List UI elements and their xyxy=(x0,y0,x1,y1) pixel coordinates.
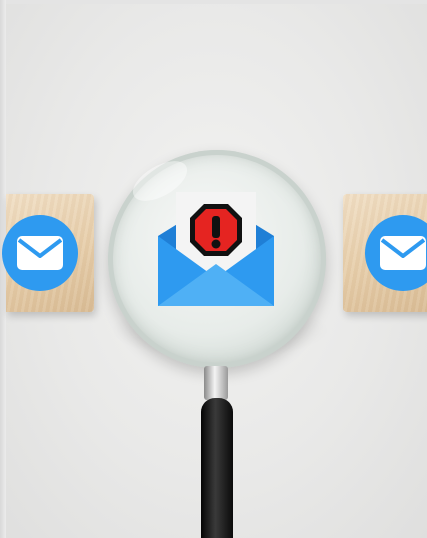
exclamation-octagon-icon xyxy=(190,204,242,256)
envelope-glyph xyxy=(380,236,426,270)
frame-top-edge xyxy=(0,0,427,4)
envelope-alert-icon xyxy=(158,192,274,306)
right-wood-cube xyxy=(343,194,427,312)
photo-scene xyxy=(0,0,427,538)
magnifier-handle xyxy=(201,398,233,538)
envelope-glyph xyxy=(17,236,63,270)
envelope-icon xyxy=(2,215,78,291)
left-wood-cube xyxy=(2,194,94,312)
magnifier-neck xyxy=(204,366,228,400)
